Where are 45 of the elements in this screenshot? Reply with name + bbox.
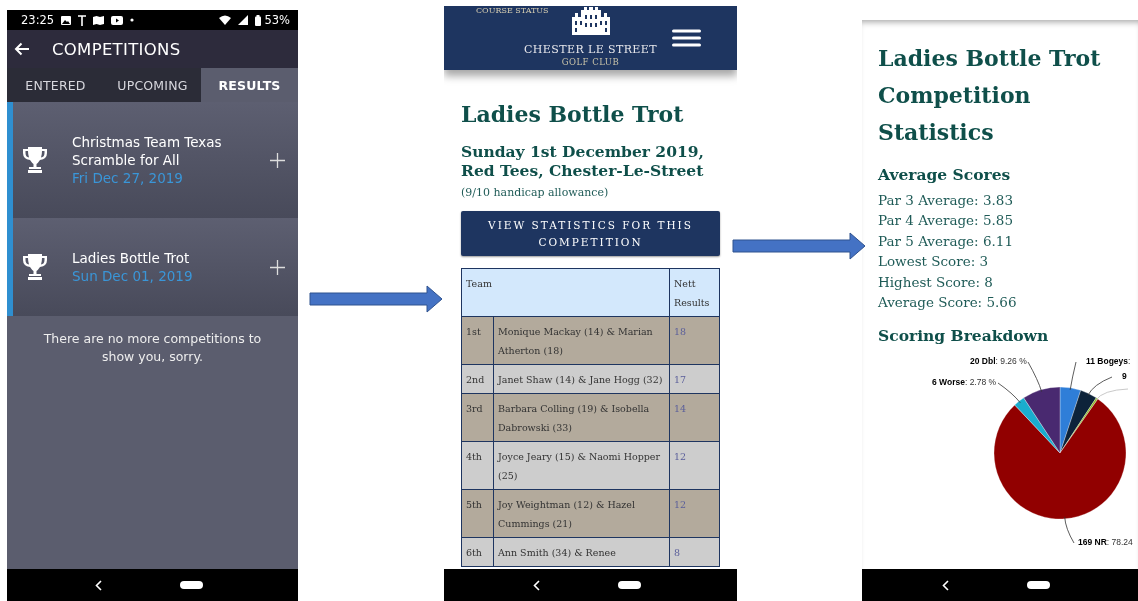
statistic-line: Average Score: 5.66 [878,293,1018,313]
result-cell: 18 [669,316,720,365]
page-title: Ladies Bottle Trot Competition Statistics [878,44,1102,147]
team-cell: Joy Weightman (12) & Hazel Cummings (21) [493,489,670,538]
position-cell: 1st [461,316,494,365]
position-cell: 5th [461,489,494,538]
section-heading: Average Scores [878,165,1012,185]
slice-label: 169 NR: 78.24 [1078,537,1133,548]
column-header: Team [461,268,670,317]
empty-message: There are no more competitions to show you, sorry. [42,330,263,366]
slice-label: 20 Dbl: 9.26 % [970,356,1027,367]
result-cell: 12 [669,441,720,490]
app-bar-title: COMPETITIONS [52,39,181,59]
page-title: Ladies Bottle Trot [461,100,685,128]
position-cell: 3rd [461,393,494,442]
position-cell: 4th [461,441,494,490]
club-name: CHESTER LE STREET [524,43,657,56]
column-header: Nett Results [669,268,720,317]
battery-percent: 53% [264,13,290,27]
team-cell: Joyce Jeary (15) & Naomi Hopper (25) [493,441,670,490]
statistic-line: Par 5 Average: 6.11 [878,231,1014,251]
slice-label: 6 Worse: 2.78 % [932,377,997,388]
team-cell: Monique Mackay (14) & Marian Atherton (18) [493,316,670,365]
section-heading: Scoring Breakdown [878,326,1050,347]
competition-date: Fri Dec 27, 2019 [72,169,184,187]
position-cell: 2nd [461,364,494,394]
handicap-note: (9/10 handicap allowance) [461,186,610,199]
statistic-line: Par 3 Average: 3.83 [878,191,1014,210]
competition-details: Sunday 1st December 2019, Red Tees, Chester-Le-Street [461,142,705,180]
statistic-line: Par 4 Average: 5.85 [878,211,1014,231]
team-cell: Barbara Colling (19) & Isobella Dabrowski (33) [493,393,670,442]
team-cell: Janet Shaw (14) & Jane Hogg (32) [493,364,670,394]
status-time: 23:25 [21,13,55,27]
result-cell: 14 [669,393,720,442]
result-cell: 12 [669,489,720,538]
competition-name: Christmas Team Texas Scramble for All [72,133,223,169]
competition-name: Ladies Bottle Trot [72,249,191,267]
competition-date: Sun Dec 01, 2019 [72,267,194,285]
team-cell: Ann Smith (34) & Renee [493,537,670,567]
statistic-line: Lowest Score: 3 [878,252,990,272]
slice-label: 9 [1122,371,1127,382]
position-cell: 6th [461,537,494,567]
club-subtitle: GOLF CLUB [561,57,620,67]
slice-label: 11 Bogeys: [1086,356,1131,367]
statistic-line: Highest Score: 8 [878,272,994,292]
